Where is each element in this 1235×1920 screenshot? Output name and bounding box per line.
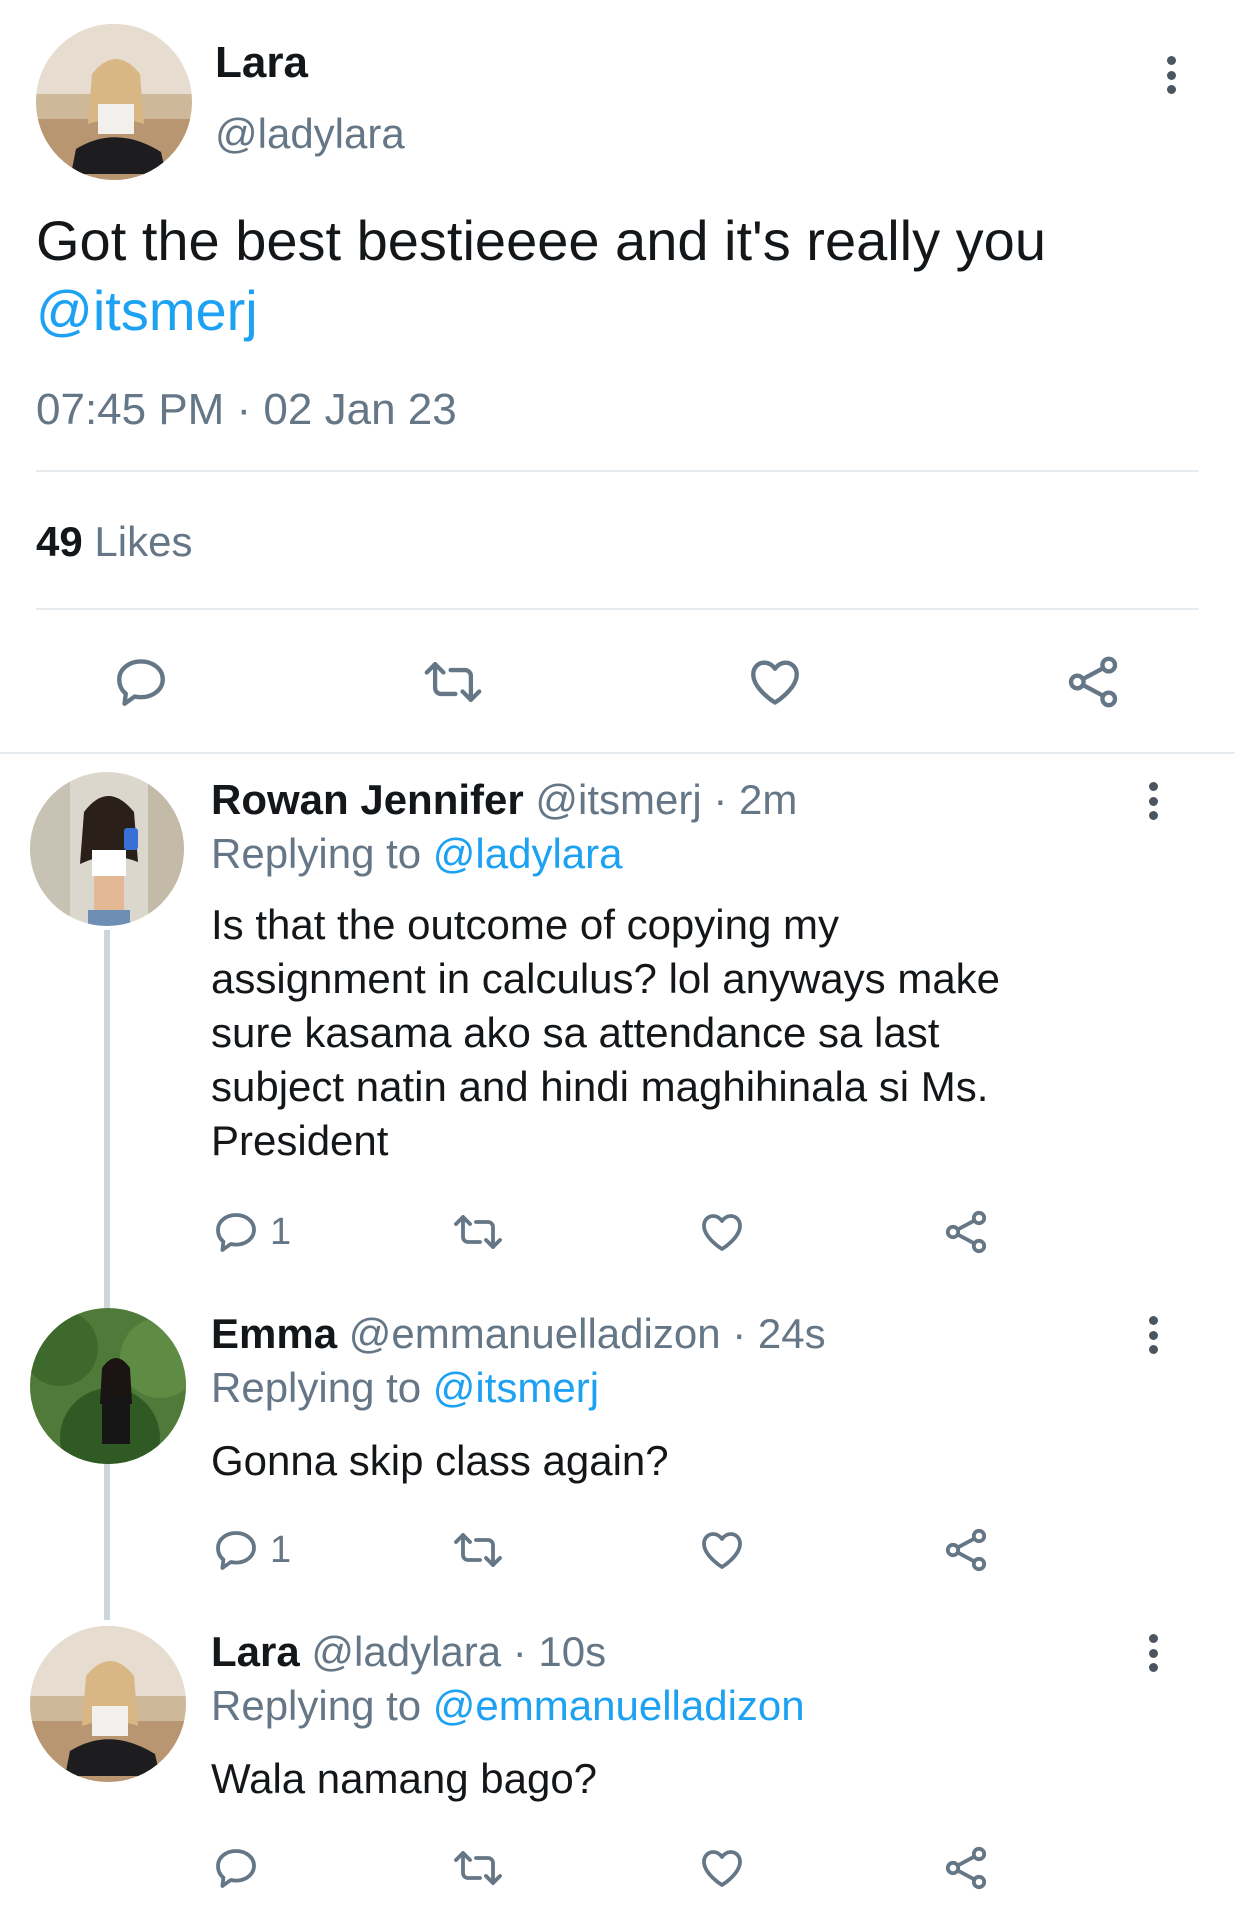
- reply-action[interactable]: 1: [212, 1208, 291, 1256]
- retweet-icon[interactable]: [452, 1844, 504, 1892]
- replying-to-link[interactable]: @emmanuelladizon: [433, 1682, 805, 1729]
- reply-count: 1: [270, 1528, 292, 1571]
- replying-to: Replying to @emmanuelladizon: [211, 1682, 805, 1730]
- reply-icon[interactable]: [112, 653, 170, 711]
- divider: [36, 470, 1199, 472]
- reply-handle-time[interactable]: @emmanuelladizon · 24s: [349, 1310, 826, 1357]
- likes-count: 49: [36, 518, 83, 565]
- reply-text-line: Wala namang bago?: [211, 1755, 598, 1802]
- replying-label: Replying to: [211, 1364, 422, 1411]
- reply-handle-time[interactable]: @itsmerj · 2m: [535, 776, 797, 823]
- reply-header: Lara @ladylara · 10s: [211, 1628, 606, 1676]
- likes-label: Likes: [94, 518, 193, 565]
- replying-label: Replying to: [211, 830, 422, 877]
- reply-icon: [212, 1526, 260, 1574]
- retweet-icon[interactable]: [452, 1208, 504, 1256]
- replying-to: Replying to @ladylara: [211, 830, 623, 878]
- reply-text-line: assignment in calculus? lol anyways make: [211, 955, 1001, 1002]
- reply-handle-time[interactable]: @ladylara · 10s: [311, 1628, 606, 1675]
- like-icon[interactable]: [698, 1526, 746, 1574]
- reply-text-line: sure kasama ako sa attendance sa last: [211, 1009, 940, 1056]
- reply-count: 1: [270, 1210, 292, 1253]
- replying-to-link[interactable]: @itsmerj: [433, 1364, 599, 1411]
- replying-to-link[interactable]: @ladylara: [433, 830, 623, 877]
- reply-action[interactable]: 1: [212, 1526, 291, 1574]
- share-icon[interactable]: [1064, 653, 1122, 711]
- more-vert-icon[interactable]: [1166, 56, 1176, 94]
- like-icon[interactable]: [746, 653, 804, 711]
- share-icon[interactable]: [942, 1526, 990, 1574]
- like-icon[interactable]: [698, 1208, 746, 1256]
- author-name[interactable]: Lara: [215, 38, 308, 88]
- avatar[interactable]: [30, 772, 184, 926]
- reply-icon[interactable]: [212, 1844, 260, 1892]
- reply-text-line: Gonna skip class again?: [211, 1437, 669, 1484]
- retweet-icon[interactable]: [452, 1526, 504, 1574]
- reply-text: Gonna skip class again?: [211, 1434, 669, 1488]
- tweet-text: Got the best bestieeee and it's really y…: [36, 209, 1046, 272]
- reply-author-name[interactable]: Rowan Jennifer: [211, 776, 524, 823]
- thread-line: [104, 930, 110, 1620]
- reply-text-line: President: [211, 1117, 389, 1164]
- more-vert-icon[interactable]: [1148, 1316, 1158, 1354]
- divider: [36, 608, 1199, 610]
- reply-text: Is that the outcome of copying my assign…: [211, 898, 1000, 1168]
- avatar[interactable]: [36, 24, 192, 180]
- tweet-mention[interactable]: @itsmerj: [36, 278, 258, 343]
- like-icon[interactable]: [698, 1844, 746, 1892]
- reply-icon: [212, 1208, 260, 1256]
- share-icon[interactable]: [942, 1208, 990, 1256]
- reply-text-line: Is that the outcome of copying my: [211, 901, 839, 948]
- reply-text: Wala namang bago?: [211, 1752, 597, 1806]
- share-icon[interactable]: [942, 1844, 990, 1892]
- retweet-icon[interactable]: [422, 653, 484, 711]
- reply-author-name[interactable]: Lara: [211, 1628, 300, 1675]
- likes-stat[interactable]: 49 Likes: [36, 518, 192, 566]
- reply-text-line: subject natin and hindi maghihinala si M…: [211, 1063, 989, 1110]
- tweet-timestamp: 07:45 PM · 02 Jan 23: [36, 385, 457, 434]
- replying-label: Replying to: [211, 1682, 422, 1729]
- more-vert-icon[interactable]: [1148, 1634, 1158, 1672]
- reply-header: Emma @emmanuelladizon · 24s: [211, 1310, 826, 1358]
- reply-header: Rowan Jennifer @itsmerj · 2m: [211, 776, 797, 824]
- avatar[interactable]: [30, 1308, 186, 1464]
- author-handle[interactable]: @ladylara: [215, 110, 405, 158]
- avatar[interactable]: [30, 1626, 186, 1782]
- divider: [0, 752, 1235, 754]
- more-vert-icon[interactable]: [1148, 782, 1158, 820]
- reply-author-name[interactable]: Emma: [211, 1310, 337, 1357]
- replying-to: Replying to @itsmerj: [211, 1364, 599, 1412]
